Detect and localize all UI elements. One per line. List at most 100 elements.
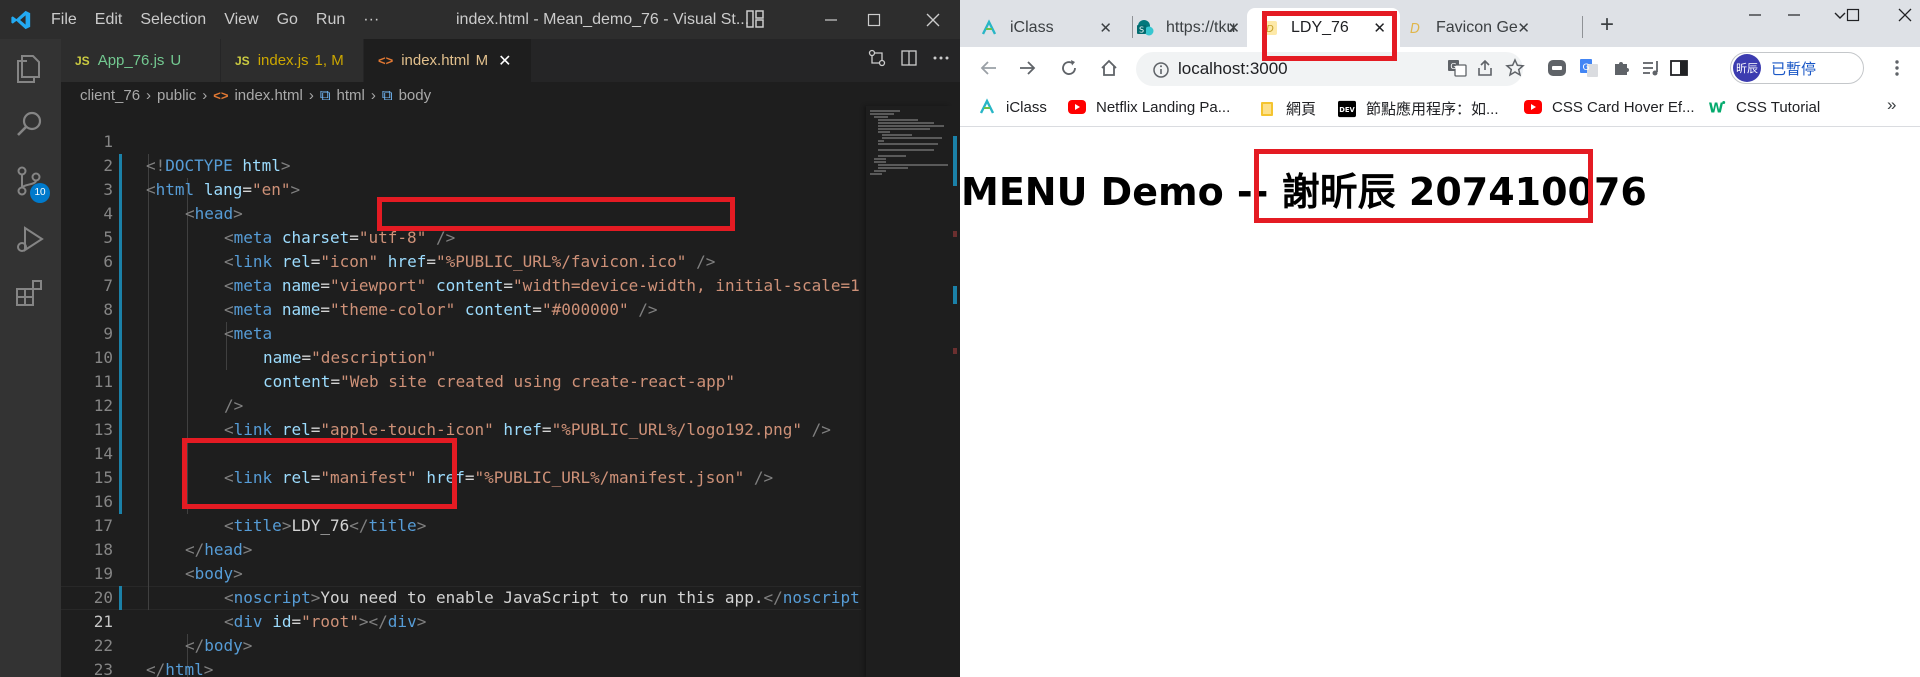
chrome-maximize-icon[interactable]	[1830, 0, 1876, 30]
side-panel-icon[interactable]	[1668, 57, 1690, 79]
google-translate-icon[interactable]: G	[1578, 57, 1600, 79]
tab-label: index.html	[401, 52, 470, 69]
menu-file[interactable]: File	[42, 0, 86, 39]
minimap-line	[878, 143, 938, 145]
search-icon[interactable]	[12, 106, 48, 142]
bookmark-css-tutorial[interactable]: W CSS Tutorial	[1708, 98, 1821, 117]
extensions-puzzle-icon[interactable]	[1610, 57, 1632, 79]
bookmark-css-card-hover[interactable]: CSS Card Hover Ef...	[1524, 98, 1695, 116]
close-window-icon[interactable]	[910, 0, 956, 39]
profile-button[interactable]: 昕辰 已暫停	[1730, 52, 1864, 84]
favicon-generator-favicon-icon: D	[1406, 19, 1424, 37]
breadcrumb-item[interactable]: index.html	[234, 87, 302, 104]
scrollbar-marker	[953, 136, 957, 186]
browser-tab-favicon-generator[interactable]: D Favicon Ge ✕	[1406, 8, 1534, 47]
minimap-line	[878, 128, 930, 130]
code-line: 11 />	[61, 346, 866, 415]
annotation-highlight-title	[182, 438, 457, 509]
url-text[interactable]: localhost:3000	[1178, 59, 1288, 79]
close-tab-icon[interactable]: ✕	[498, 51, 511, 71]
menu-run[interactable]: Run	[307, 0, 354, 39]
youtube-icon	[1068, 98, 1086, 116]
browser-tab-iclass[interactable]: iClass ✕	[980, 8, 1122, 47]
share-icon[interactable]	[1474, 57, 1496, 79]
tab-app-js[interactable]: JS App_76.js U	[61, 39, 221, 82]
menu-go[interactable]: Go	[268, 0, 307, 39]
editor-actions	[868, 49, 950, 72]
element-icon: ⧉	[381, 86, 393, 104]
bookmark-iclass[interactable]: iClass	[978, 98, 1047, 116]
editor-scrollbar[interactable]	[950, 106, 960, 677]
close-tab-icon[interactable]: ✕	[1517, 19, 1530, 37]
code-line: 9 name="description"	[61, 298, 866, 367]
code-editor[interactable]: 1 <!DOCTYPE html> 2 <html lang="en"> 3 <…	[61, 106, 866, 677]
chevron-right-icon: ›	[146, 86, 152, 104]
run-debug-icon[interactable]	[12, 221, 48, 257]
home-icon[interactable]	[1096, 55, 1122, 81]
browser-tab-tku[interactable]: S https://tku ✕	[1136, 8, 1244, 47]
menu-selection[interactable]: Selection	[131, 0, 215, 39]
bookmark-folder-webpages[interactable]: 網頁	[1258, 98, 1316, 119]
annotation-highlight-tab	[1262, 11, 1397, 61]
code-line: 3 <head>	[61, 154, 866, 223]
chrome-minimize-icon[interactable]	[1771, 0, 1817, 30]
maximize-icon[interactable]	[851, 0, 897, 39]
code-line: 10 content="Web site created using creat…	[61, 322, 866, 391]
minimize-icon[interactable]	[808, 0, 854, 39]
breadcrumb-item[interactable]: public	[157, 87, 196, 104]
tab-status: U	[170, 52, 182, 69]
minimap[interactable]	[866, 106, 950, 677]
bookmarks-overflow-icon[interactable]: »	[1887, 95, 1896, 115]
bookmark-dev[interactable]: DEV 節點應用程序：如...	[1338, 98, 1499, 119]
breadcrumb-item[interactable]: html	[337, 87, 365, 104]
menu-more[interactable]: ···	[354, 0, 388, 39]
menu-edit[interactable]: Edit	[86, 0, 132, 39]
compare-changes-icon[interactable]	[868, 49, 886, 72]
browser-toolbar: localhost:3000 G G 昕辰 已暫停	[960, 47, 1920, 89]
breadcrumb-item[interactable]: client_76	[80, 87, 140, 104]
layout-icon[interactable]	[745, 9, 765, 34]
line-extension-icon[interactable]	[1546, 57, 1568, 79]
split-editor-icon[interactable]	[900, 49, 918, 72]
chrome-menu-icon[interactable]	[1886, 57, 1908, 79]
source-control-icon[interactable]: 10	[12, 163, 50, 203]
bookmark-netflix[interactable]: Netflix Landing Pa...	[1068, 98, 1230, 116]
explorer-icon[interactable]	[12, 50, 48, 86]
tab-index-js[interactable]: JS index.js 1, M	[221, 39, 364, 82]
source-control-badge: 10	[30, 183, 50, 203]
new-tab-button[interactable]: +	[1600, 11, 1614, 39]
chevron-right-icon: ›	[370, 86, 376, 104]
breadcrumb-item[interactable]: body	[399, 87, 432, 104]
back-arrow-icon[interactable]	[976, 55, 1002, 81]
scrollbar-marker	[953, 286, 957, 304]
bookmark-label: CSS Tutorial	[1736, 98, 1821, 116]
translate-icon[interactable]: G	[1446, 57, 1468, 79]
tab-separator	[1582, 16, 1583, 38]
close-tab-icon[interactable]: ✕	[1099, 19, 1112, 37]
html-file-icon: <>	[378, 53, 394, 68]
bookmark-star-icon[interactable]	[1504, 57, 1526, 79]
chrome-close-icon[interactable]	[1882, 0, 1920, 30]
chrome-window: iClass ✕ S https://tku ✕ D LDY_76 ✕ D Fa…	[960, 0, 1920, 677]
bookmarks-bar: iClass Netflix Landing Pa... 網頁 DEV 節點應用…	[960, 89, 1920, 127]
minimap-line	[878, 164, 948, 166]
media-control-icon[interactable]	[1640, 57, 1662, 79]
minimap-line	[874, 170, 886, 172]
svg-text:G: G	[1450, 62, 1456, 71]
menu-view[interactable]: View	[215, 0, 267, 39]
code-line: 1 <!DOCTYPE html>	[61, 106, 866, 175]
more-actions-icon[interactable]	[932, 49, 950, 72]
tab-index-html[interactable]: <> index.html M ✕	[364, 39, 532, 82]
vscode-menubar: File Edit Selection View Go Run ···	[42, 0, 388, 39]
minimap-line	[878, 119, 918, 121]
profile-status-label: 已暫停	[1771, 60, 1817, 78]
extensions-icon[interactable]	[12, 275, 48, 311]
forward-arrow-icon[interactable]	[1014, 55, 1040, 81]
vscode-window: File Edit Selection View Go Run ··· inde…	[0, 0, 960, 677]
site-info-icon[interactable]	[1150, 59, 1172, 81]
code-line: 23	[61, 634, 866, 677]
close-tab-icon[interactable]: ✕	[1227, 19, 1240, 37]
minimap-line	[878, 122, 934, 124]
reload-icon[interactable]	[1056, 55, 1082, 81]
vscode-logo-icon	[0, 0, 42, 39]
